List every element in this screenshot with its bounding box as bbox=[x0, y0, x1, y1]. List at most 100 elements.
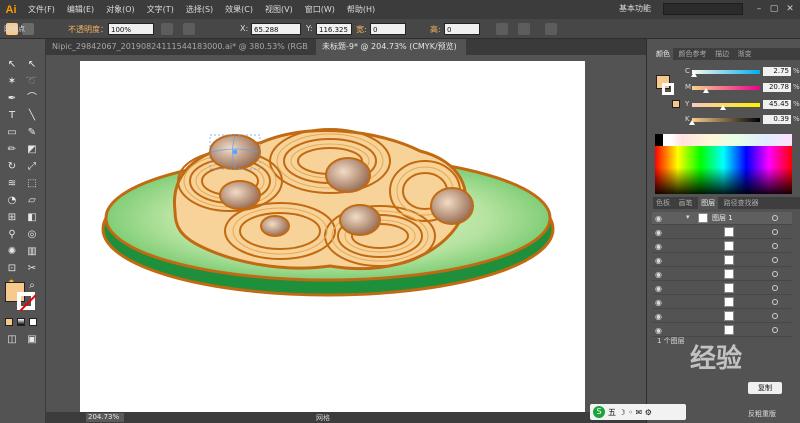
slider-cyan-thumb[interactable] bbox=[691, 72, 698, 77]
width-field[interactable]: 0 bbox=[370, 23, 406, 35]
visibility-eye-icon[interactable]: ◉ bbox=[655, 270, 662, 279]
width-tool-icon[interactable]: ≋ bbox=[5, 177, 19, 191]
menu-select[interactable]: 选择(S) bbox=[180, 4, 219, 15]
visibility-eye-icon[interactable]: ◉ bbox=[655, 312, 662, 321]
sublayer-row[interactable]: ◉ bbox=[652, 240, 792, 253]
layer-row-top[interactable]: ◉ ▾ 图层 1 bbox=[652, 212, 792, 225]
tab-swatches[interactable]: 色板 bbox=[653, 197, 673, 209]
opacity-label[interactable]: 不透明度： bbox=[68, 24, 108, 35]
visibility-eye-icon[interactable]: ◉ bbox=[655, 228, 662, 237]
slider-black-thumb[interactable] bbox=[689, 120, 696, 125]
menu-type[interactable]: 文字(T) bbox=[141, 4, 180, 15]
menu-file[interactable]: 文件(F) bbox=[22, 4, 61, 15]
visibility-eye-icon[interactable]: ◉ bbox=[655, 242, 662, 251]
tab-pathfinder[interactable]: 路径查找器 bbox=[721, 197, 762, 209]
magic-wand-icon[interactable]: ✶ bbox=[5, 75, 19, 89]
slider-yellow-track[interactable] bbox=[692, 103, 760, 107]
tab-stroke[interactable]: 描边 bbox=[712, 48, 732, 60]
tab-gradient[interactable]: 渐变 bbox=[735, 48, 755, 60]
pen-icon[interactable]: ✒ bbox=[5, 92, 19, 106]
sublayer-target-icon[interactable] bbox=[772, 229, 778, 235]
sublayer-target-icon[interactable] bbox=[772, 327, 778, 333]
slider-magenta[interactable]: M 20.78% bbox=[685, 83, 800, 93]
selection-tool-icon[interactable]: ↖ bbox=[5, 58, 19, 72]
tab-layers[interactable]: 图层 bbox=[698, 197, 719, 209]
maximize-icon[interactable]: ▢ bbox=[767, 2, 781, 16]
scale-icon[interactable]: ⤢ bbox=[25, 160, 39, 174]
none-mode-icon[interactable] bbox=[29, 318, 37, 326]
opacity-field[interactable]: 100% bbox=[108, 23, 154, 35]
noodle-plate-artwork[interactable] bbox=[80, 61, 585, 415]
visibility-eye-icon[interactable]: ◉ bbox=[655, 326, 662, 335]
recolor-icon[interactable] bbox=[161, 23, 173, 35]
tab-color-guide[interactable]: 颜色参考 bbox=[676, 48, 710, 60]
sublayer-row[interactable]: ◉ bbox=[652, 254, 792, 267]
slider-cyan-track[interactable] bbox=[692, 70, 760, 74]
sublayer-row[interactable]: ◉ bbox=[652, 296, 792, 309]
ime-mode-icon[interactable]: 五 ☽ ◦ ✉ ⚙ bbox=[608, 407, 652, 418]
shape-builder-icon[interactable]: ◔ bbox=[5, 194, 19, 208]
sublayer-row[interactable]: ◉ bbox=[652, 268, 792, 281]
tab-nipic-document[interactable]: Nipic_29842067_20190824111544183000.ai* … bbox=[46, 39, 308, 55]
slider-black[interactable]: K 0.39% bbox=[685, 115, 800, 125]
sublayer-row[interactable]: ◉ bbox=[652, 310, 792, 323]
transform-icon[interactable] bbox=[496, 23, 508, 35]
menu-edit[interactable]: 编辑(E) bbox=[61, 4, 100, 15]
gradient-mode-icon[interactable] bbox=[17, 318, 25, 326]
sublayer-target-icon[interactable] bbox=[772, 243, 778, 249]
search-input[interactable] bbox=[663, 3, 743, 15]
align-icon[interactable] bbox=[183, 23, 195, 35]
menu-help[interactable]: 帮助(H) bbox=[341, 4, 381, 15]
rotate-icon[interactable]: ↻ bbox=[5, 160, 19, 174]
slider-cyan-value[interactable]: 2.75 bbox=[763, 67, 791, 76]
slider-black-value[interactable]: 0.39 bbox=[763, 115, 791, 124]
screen-mode-icon[interactable]: ▣ bbox=[25, 333, 39, 347]
sublayer-target-icon[interactable] bbox=[772, 313, 778, 319]
blend-icon[interactable]: ◎ bbox=[25, 228, 39, 242]
slice-icon[interactable]: ✂ bbox=[25, 262, 39, 276]
color-swatch-strip[interactable] bbox=[655, 134, 792, 146]
slider-magenta-thumb[interactable] bbox=[703, 88, 710, 93]
menu-view[interactable]: 视图(V) bbox=[259, 4, 299, 15]
curvature-icon[interactable]: ⌒ bbox=[25, 92, 39, 106]
ime-toolbar[interactable]: S 五 ☽ ◦ ✉ ⚙ bbox=[590, 404, 686, 420]
perspective-icon[interactable]: ▱ bbox=[25, 194, 39, 208]
layer-name[interactable]: 图层 1 bbox=[712, 213, 733, 223]
line-icon[interactable]: ╲ bbox=[25, 109, 39, 123]
copy-button[interactable]: 复制 bbox=[748, 382, 782, 394]
free-transform-icon[interactable]: ⬚ bbox=[25, 177, 39, 191]
eraser-icon[interactable]: ◩ bbox=[25, 143, 39, 157]
color-mode-icon[interactable] bbox=[5, 318, 13, 326]
menu-effect[interactable]: 效果(C) bbox=[219, 4, 259, 15]
draw-mode-icon[interactable]: ◫ bbox=[5, 333, 19, 347]
artboard[interactable] bbox=[80, 61, 585, 415]
sublayer-target-icon[interactable] bbox=[772, 257, 778, 263]
tab-color[interactable]: 颜色 bbox=[653, 48, 673, 60]
slider-magenta-track[interactable] bbox=[692, 86, 760, 90]
color-spectrum[interactable] bbox=[655, 146, 792, 194]
layer-target-icon[interactable] bbox=[772, 215, 778, 221]
slider-yellow-value[interactable]: 45.45 bbox=[763, 100, 791, 109]
slider-yellow-thumb[interactable] bbox=[719, 105, 726, 110]
panel-stroke-swatch[interactable] bbox=[662, 83, 674, 95]
x-field[interactable]: 65.288 bbox=[251, 23, 301, 35]
graph-icon[interactable]: ▥ bbox=[25, 245, 39, 259]
lasso-icon[interactable]: ➰ bbox=[25, 75, 39, 89]
sublayer-row[interactable]: ◉ bbox=[652, 282, 792, 295]
direct-selection-icon[interactable]: ↖ bbox=[25, 58, 39, 72]
sublayer-target-icon[interactable] bbox=[772, 299, 778, 305]
stroke-color-icon[interactable] bbox=[17, 292, 37, 312]
slider-yellow[interactable]: Y 45.45% bbox=[685, 100, 800, 110]
zoom-field[interactable]: 204.73% bbox=[86, 413, 124, 422]
tab-brushes[interactable]: 画笔 bbox=[676, 197, 696, 209]
height-field[interactable]: 0 bbox=[444, 23, 480, 35]
sublayer-target-icon[interactable] bbox=[772, 271, 778, 277]
minimize-icon[interactable]: – bbox=[752, 2, 766, 16]
isolate-icon[interactable] bbox=[518, 23, 530, 35]
visibility-eye-icon[interactable]: ◉ bbox=[655, 256, 662, 265]
mesh-icon[interactable]: ⊞ bbox=[5, 211, 19, 225]
slider-magenta-value[interactable]: 20.78 bbox=[763, 83, 791, 92]
slider-black-track[interactable] bbox=[692, 118, 760, 122]
eyedropper-icon[interactable]: ⚲ bbox=[5, 228, 19, 242]
rectangle-icon[interactable]: ▭ bbox=[5, 126, 19, 140]
